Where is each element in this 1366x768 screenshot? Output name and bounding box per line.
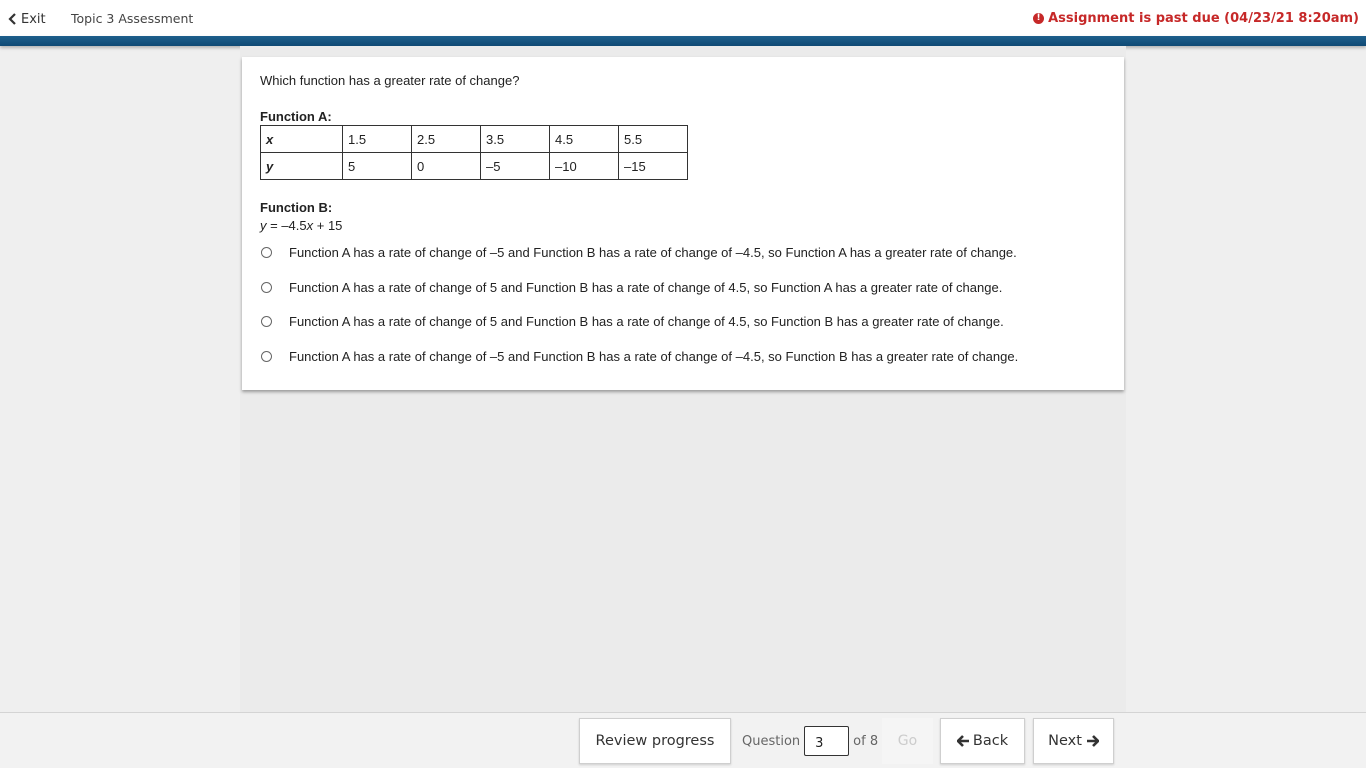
bottom-nav-bar: Review progress Question of 8 Go Back Ne… — [0, 712, 1366, 768]
question-prompt: Which function has a greater rate of cha… — [260, 73, 520, 88]
choice-text: Function A has a rate of change of –5 an… — [289, 244, 1017, 260]
choice-text: Function A has a rate of change of 5 and… — [289, 313, 1004, 329]
function-a-table: x 1.5 2.5 3.5 4.5 5.5 y 5 0 –5 –10 –15 — [260, 125, 688, 180]
review-progress-button[interactable]: Review progress — [579, 718, 731, 764]
radio-button[interactable] — [261, 315, 272, 327]
next-label: Next — [1048, 733, 1082, 749]
function-b-equation: y = –4.5x + 15 — [260, 218, 342, 233]
radio-button[interactable] — [261, 350, 272, 362]
equation-rest: + 15 — [313, 218, 343, 233]
go-label: Go — [897, 733, 918, 749]
table-cell: 0 — [411, 152, 481, 180]
table-header-x: x — [260, 125, 343, 153]
exit-button[interactable]: Exit — [8, 11, 46, 27]
past-due-text: Assignment is past due (04/23/21 8:20am) — [1048, 11, 1359, 26]
choice-text: Function A has a rate of change of –5 an… — [289, 348, 1019, 364]
go-button[interactable]: Go — [882, 718, 933, 764]
question-number-input[interactable] — [804, 726, 850, 756]
arrow-right-icon — [1086, 735, 1099, 747]
review-progress-label: Review progress — [595, 733, 715, 749]
table-cell: 3.5 — [480, 125, 550, 153]
table-cell: –15 — [618, 152, 688, 180]
arrow-left-icon — [956, 735, 969, 747]
table-cell: 4.5 — [549, 125, 619, 153]
table-cell: 5.5 — [618, 125, 688, 153]
table-cell: –5 — [480, 152, 550, 180]
alert-icon: ! — [1033, 13, 1045, 24]
chevron-left-icon — [8, 13, 16, 25]
back-button[interactable]: Back — [940, 718, 1025, 764]
answer-choice-2[interactable]: Function A has a rate of change of 5 and… — [260, 278, 1002, 296]
past-due-notice: ! Assignment is past due (04/23/21 8:20a… — [1033, 11, 1359, 26]
function-a-label: Function A: — [260, 109, 332, 124]
back-label: Back — [972, 733, 1009, 749]
exit-label: Exit — [21, 11, 46, 27]
question-jump: Question of 8 — [731, 718, 882, 764]
function-b-label: Function B: — [260, 200, 333, 215]
top-bar: Exit Topic 3 Assessment ! Assignment is … — [0, 0, 1366, 36]
question-card: Which function has a greater rate of cha… — [242, 57, 1124, 390]
choice-text: Function A has a rate of change of 5 and… — [289, 279, 1003, 295]
question-label: Question — [742, 733, 801, 749]
next-button[interactable]: Next — [1033, 718, 1114, 764]
answer-choice-3[interactable]: Function A has a rate of change of 5 and… — [260, 312, 1004, 330]
assessment-title: Topic 3 Assessment — [71, 11, 194, 26]
radio-button[interactable] — [261, 281, 272, 293]
question-total: of 8 — [853, 733, 879, 749]
equation-eq: = –4.5 — [266, 218, 307, 233]
table-cell: 1.5 — [342, 125, 412, 153]
header-stripe — [0, 36, 1366, 46]
table-cell: 5 — [342, 152, 412, 180]
table-header-y: y — [260, 152, 343, 180]
answer-choice-1[interactable]: Function A has a rate of change of –5 an… — [260, 243, 1017, 261]
table-row-x: x 1.5 2.5 3.5 4.5 5.5 — [260, 125, 688, 153]
answer-choice-4[interactable]: Function A has a rate of change of –5 an… — [260, 347, 1018, 365]
table-cell: –10 — [549, 152, 619, 180]
table-row-y: y 5 0 –5 –10 –15 — [260, 152, 688, 180]
table-cell: 2.5 — [411, 125, 481, 153]
radio-button[interactable] — [261, 246, 272, 258]
